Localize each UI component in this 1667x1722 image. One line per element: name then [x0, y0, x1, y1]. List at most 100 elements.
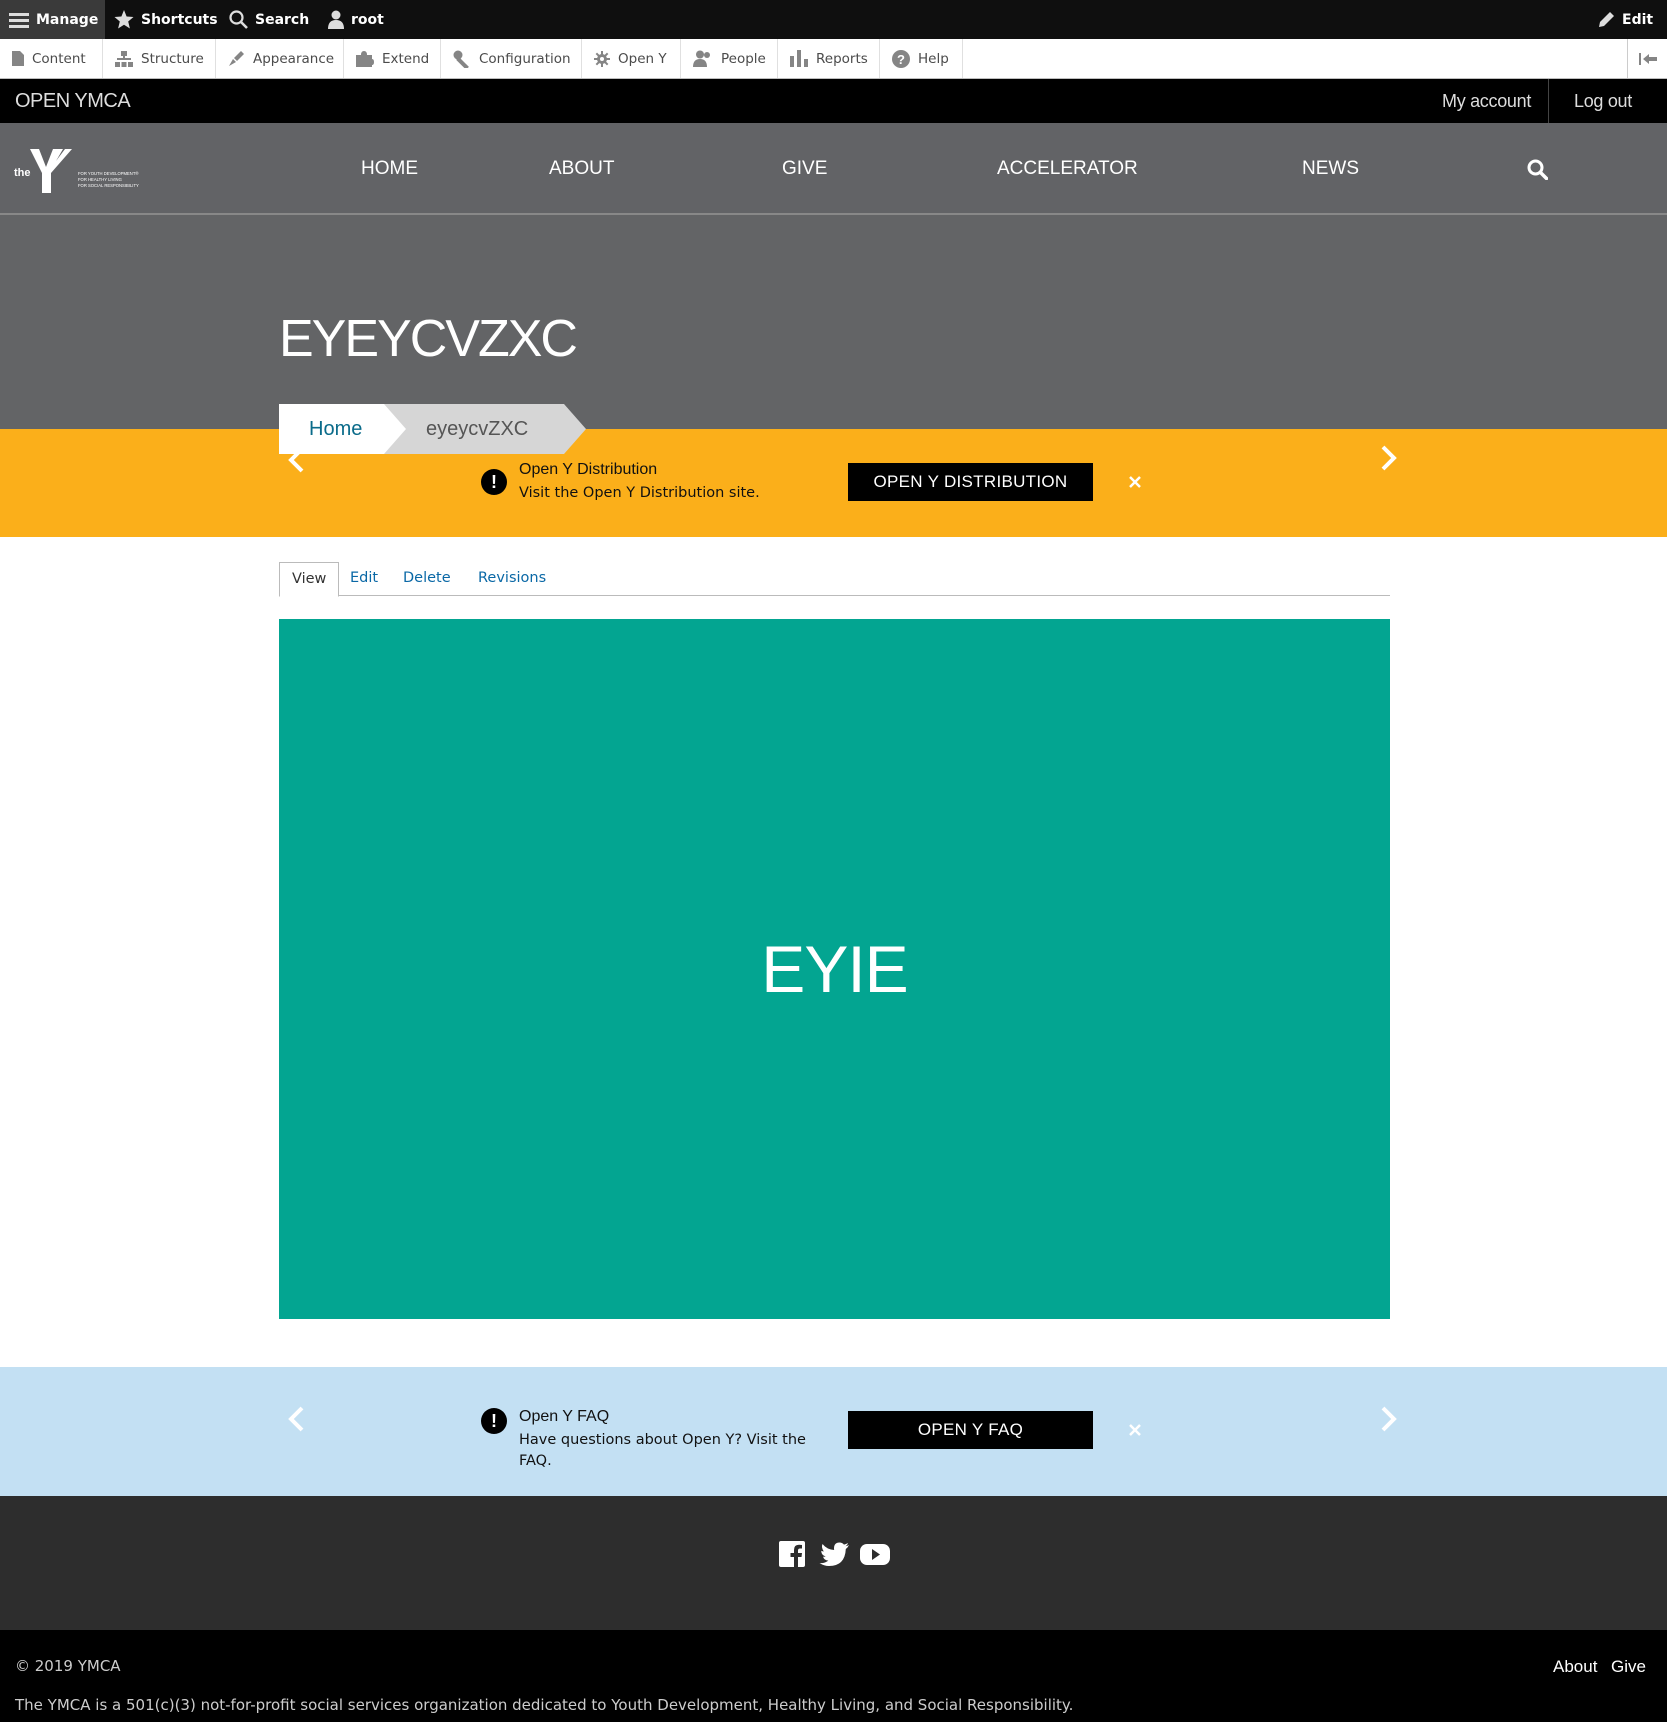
- twitter-icon[interactable]: [818, 1539, 850, 1569]
- tray-item-label: Help: [918, 50, 949, 67]
- shortcuts-button[interactable]: Shortcuts: [114, 0, 218, 39]
- footer-link-about[interactable]: About: [1553, 1657, 1597, 1677]
- search-button[interactable]: Search: [229, 0, 309, 39]
- logo-tagline-2: FOR HEALTHY LIVING: [78, 177, 122, 182]
- admin-tray: Content Structure Appearance Extend Conf…: [0, 39, 1667, 79]
- footer-mission: The YMCA is a 501(c)(3) not-for-profit s…: [15, 1696, 1074, 1714]
- manage-button[interactable]: Manage: [0, 0, 105, 39]
- manage-label: Manage: [36, 11, 99, 28]
- tray-item-label: Content: [32, 50, 86, 67]
- tray-item-label: Structure: [141, 50, 204, 67]
- log-out-link[interactable]: Log out: [1574, 79, 1632, 123]
- ymca-logo-icon: the FOR YOUTH DEVELOPMENT® FOR HEALTHY L…: [14, 149, 139, 193]
- page-title: EYEYCVZXC: [279, 310, 578, 368]
- tab-edit[interactable]: Edit: [338, 562, 390, 596]
- breadcrumb-home[interactable]: Home: [279, 404, 384, 454]
- tray-item-structure[interactable]: Structure: [103, 39, 216, 78]
- breadcrumb-current: eyeycvZXC: [384, 404, 564, 454]
- my-account-link[interactable]: My account: [1442, 79, 1531, 123]
- hamburger-icon: [9, 12, 29, 28]
- tray-item-label: Open Y: [618, 50, 667, 67]
- alert-description: Visit the Open Y Distribution site.: [519, 485, 760, 501]
- search-icon: [1527, 159, 1549, 181]
- page-hero: EYEYCVZXC: [0, 215, 1667, 429]
- edit-label: Edit: [1622, 11, 1654, 28]
- footer-copyright: © 2019 YMCA: [15, 1657, 121, 1675]
- help-icon: ?: [892, 49, 910, 68]
- nav-give[interactable]: GIVE: [782, 123, 827, 215]
- main-navigation: the FOR YOUTH DEVELOPMENT® FOR HEALTHY L…: [0, 123, 1667, 215]
- sitemap-icon: [115, 50, 133, 67]
- alert-description: Have questions about Open Y? Visit the F…: [519, 1432, 806, 1469]
- alert-distribution: ! Open Y Distribution Visit the Open Y D…: [0, 429, 1667, 537]
- tray-item-label: Reports: [816, 50, 868, 67]
- tray-item-label: Extend: [382, 50, 430, 67]
- site-top-bar: OPEN YMCA My account Log out: [0, 79, 1667, 123]
- tray-item-reports[interactable]: Reports: [778, 39, 880, 78]
- pencil-icon: [1599, 12, 1614, 27]
- alert-next-arrow-icon[interactable]: [1376, 1405, 1400, 1433]
- site-search-button[interactable]: [1527, 159, 1549, 185]
- footer-social: [0, 1496, 1667, 1630]
- search-icon: [229, 10, 248, 29]
- user-label: root: [351, 11, 384, 28]
- site-brand[interactable]: OPEN YMCA: [15, 79, 131, 123]
- star-icon: [114, 10, 134, 29]
- breadcrumb-current-arrow: [564, 404, 586, 454]
- tray-item-label: Appearance: [253, 50, 335, 67]
- exclamation-icon: !: [481, 1408, 507, 1434]
- tray-item-label: People: [721, 50, 766, 67]
- logo-tagline-1: FOR YOUTH DEVELOPMENT®: [78, 171, 139, 176]
- tray-collapse-button[interactable]: [1627, 39, 1667, 78]
- nav-home[interactable]: HOME: [361, 123, 418, 215]
- close-icon[interactable]: [1128, 1423, 1142, 1437]
- nav-news[interactable]: NEWS: [1302, 123, 1359, 215]
- tray-item-extend[interactable]: Extend: [344, 39, 441, 78]
- user-icon: [328, 10, 344, 29]
- user-button[interactable]: root: [328, 0, 384, 39]
- logo-tagline-3: FOR SOCIAL RESPONSIBILITY: [78, 183, 139, 188]
- shortcuts-label: Shortcuts: [141, 11, 218, 28]
- tray-item-content[interactable]: Content: [0, 39, 103, 78]
- content-banner: EYIE: [279, 619, 1390, 1319]
- tray-item-configuration[interactable]: Configuration: [441, 39, 582, 78]
- tray-item-label: Configuration: [479, 50, 571, 67]
- puzzle-icon: [356, 50, 374, 67]
- top-bar-divider: [1548, 79, 1549, 123]
- breadcrumb-home-arrow: [384, 404, 406, 454]
- alert-title: Open Y FAQ: [519, 1408, 610, 1425]
- collapse-icon: [1638, 52, 1657, 65]
- tab-view[interactable]: View: [279, 562, 340, 597]
- nav-accelerator[interactable]: ACCELERATOR: [997, 123, 1138, 215]
- ymca-logo[interactable]: the FOR YOUTH DEVELOPMENT® FOR HEALTHY L…: [14, 147, 146, 195]
- logo-the-text: the: [14, 167, 31, 179]
- search-label: Search: [255, 11, 310, 28]
- tray-item-open-y[interactable]: Open Y: [582, 39, 681, 78]
- paintbrush-icon: [229, 51, 244, 66]
- footer-bottom: © 2019 YMCA About Give The YMCA is a 501…: [0, 1630, 1667, 1722]
- footer-link-give[interactable]: Give: [1611, 1657, 1646, 1677]
- close-icon[interactable]: [1128, 475, 1142, 489]
- open-y-faq-button[interactable]: OPEN Y FAQ: [848, 1411, 1093, 1449]
- people-icon: [693, 50, 710, 67]
- local-tasks-tabs: View Edit Delete Revisions: [279, 562, 1390, 597]
- wrench-icon: [453, 50, 469, 68]
- exclamation-icon: !: [481, 469, 507, 495]
- banner-heading: EYIE: [761, 932, 908, 1006]
- tab-revisions[interactable]: Revisions: [466, 562, 558, 596]
- gear-icon: [594, 50, 610, 67]
- edit-mode-button[interactable]: Edit: [1598, 0, 1653, 39]
- tab-delete[interactable]: Delete: [391, 562, 463, 596]
- alert-prev-arrow-icon[interactable]: [285, 1405, 309, 1433]
- youtube-icon[interactable]: [859, 1539, 891, 1569]
- open-y-distribution-button[interactable]: OPEN Y DISTRIBUTION: [848, 463, 1093, 501]
- svg-text:?: ?: [897, 52, 905, 67]
- document-icon: [12, 51, 24, 66]
- facebook-icon[interactable]: [777, 1539, 807, 1569]
- alert-next-arrow-icon[interactable]: [1376, 444, 1400, 472]
- nav-about[interactable]: ABOUT: [549, 123, 614, 215]
- tray-item-help[interactable]: ? Help: [880, 39, 963, 78]
- tray-item-people[interactable]: People: [681, 39, 778, 78]
- bar-chart-icon: [790, 50, 808, 67]
- tray-item-appearance[interactable]: Appearance: [216, 39, 344, 78]
